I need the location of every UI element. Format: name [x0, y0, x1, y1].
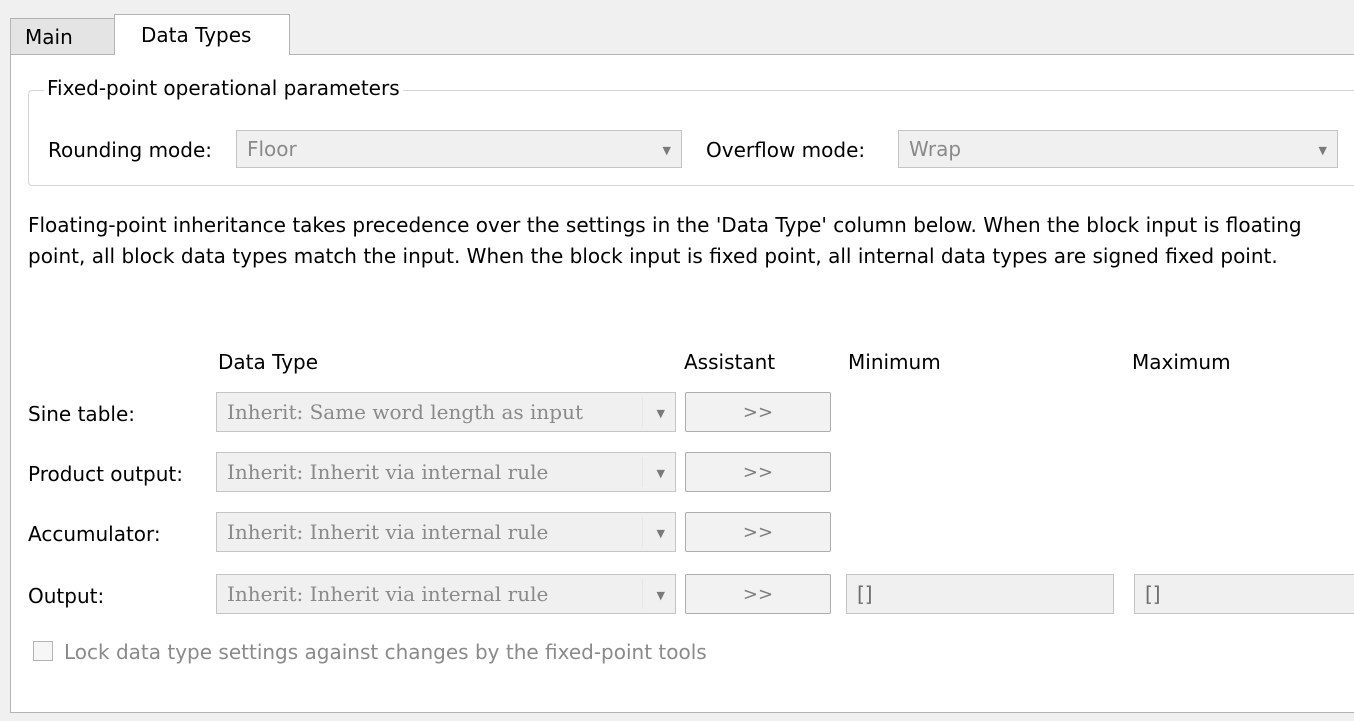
column-header-minimum: Minimum — [848, 350, 941, 374]
column-header-maximum: Maximum — [1132, 350, 1231, 374]
output-minimum-value: [] — [857, 582, 873, 606]
overflow-mode-select[interactable]: Wrap ▼ — [898, 130, 1338, 168]
tab-main[interactable]: Main — [10, 18, 115, 54]
fixed-point-legend: Fixed-point operational parameters — [44, 76, 403, 100]
column-header-assistant: Assistant — [684, 350, 776, 374]
rounding-mode-select[interactable]: Floor ▼ — [236, 130, 682, 168]
chevron-down-icon: ▼ — [656, 466, 665, 480]
product-output-assistant-label: >> — [742, 461, 774, 483]
chevron-down-icon: ▼ — [662, 143, 671, 157]
output-maximum-field[interactable]: [] — [1134, 574, 1354, 614]
accumulator-assistant-label: >> — [742, 521, 774, 543]
output-assistant-button[interactable]: >> — [685, 574, 831, 614]
product-output-data-type-value: Inherit: Inherit via internal rule — [227, 460, 549, 484]
accumulator-assistant-button[interactable]: >> — [685, 512, 831, 552]
output-assistant-label: >> — [742, 583, 774, 605]
tab-data-types[interactable]: Data Types — [114, 14, 290, 55]
chevron-down-icon: ▼ — [656, 588, 665, 602]
output-label: Output: — [28, 584, 105, 608]
lock-data-type-checkbox[interactable] — [33, 641, 53, 661]
tab-main-label: Main — [25, 24, 73, 49]
accumulator-data-type-value: Inherit: Inherit via internal rule — [227, 520, 549, 544]
sine-table-assistant-button[interactable]: >> — [685, 392, 831, 432]
accumulator-label: Accumulator: — [28, 522, 161, 546]
sine-table-label: Sine table: — [28, 402, 135, 426]
output-minimum-field[interactable]: [] — [846, 574, 1114, 614]
chevron-down-icon: ▼ — [656, 526, 665, 540]
column-header-data-type: Data Type — [218, 350, 319, 374]
overflow-mode-label: Overflow mode: — [706, 138, 866, 162]
output-data-type-select[interactable]: Inherit: Inherit via internal rule ▼ — [216, 574, 676, 614]
inheritance-description: Floating-point inheritance takes precede… — [28, 213, 1302, 268]
chevron-down-icon: ▼ — [1318, 143, 1327, 157]
tab-data-types-label: Data Types — [141, 23, 252, 47]
chevron-down-icon: ▼ — [656, 406, 665, 420]
product-output-assistant-button[interactable]: >> — [685, 452, 831, 492]
accumulator-data-type-select[interactable]: Inherit: Inherit via internal rule ▼ — [216, 512, 676, 552]
lock-data-type-label[interactable]: Lock data type settings against changes … — [64, 640, 707, 664]
sine-table-data-type-select[interactable]: Inherit: Same word length as input ▼ — [216, 392, 676, 432]
output-data-type-value: Inherit: Inherit via internal rule — [227, 582, 549, 606]
product-output-label: Product output: — [28, 462, 183, 486]
overflow-mode-value: Wrap — [909, 137, 962, 161]
rounding-mode-label: Rounding mode: — [48, 138, 213, 162]
sine-table-data-type-value: Inherit: Same word length as input — [227, 400, 583, 424]
sine-table-assistant-label: >> — [742, 401, 774, 423]
rounding-mode-value: Floor — [247, 137, 297, 161]
product-output-data-type-select[interactable]: Inherit: Inherit via internal rule ▼ — [216, 452, 676, 492]
output-maximum-value: [] — [1145, 582, 1161, 606]
